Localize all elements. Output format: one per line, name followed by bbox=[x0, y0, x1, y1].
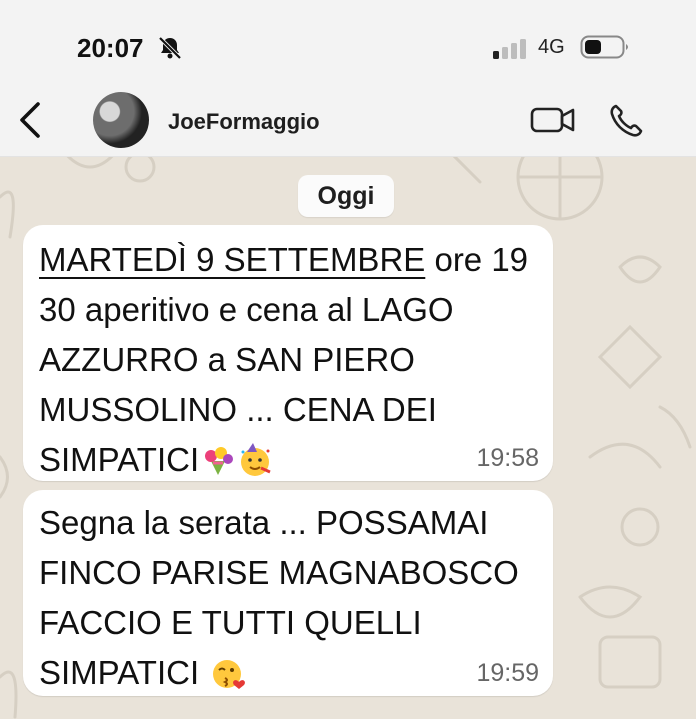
date-separator: Oggi bbox=[298, 175, 394, 217]
video-call-icon[interactable] bbox=[530, 104, 576, 136]
party-face-emoji bbox=[241, 443, 271, 476]
back-icon[interactable] bbox=[14, 100, 46, 140]
chat-area[interactable]: Oggi MARTEDÌ 9 SETTEMBRE ore 19 30 aperi… bbox=[0, 157, 696, 719]
message-time: 19:59 bbox=[476, 659, 539, 687]
message-body: Segna la serata ... POSSAMAI FINCO PARIS… bbox=[39, 504, 519, 691]
contact-name[interactable]: JoeFormaggio bbox=[168, 109, 320, 135]
kissing-face-emoji bbox=[213, 660, 246, 689]
message-bubble[interactable]: Segna la serata ... POSSAMAI FINCO PARIS… bbox=[23, 490, 553, 696]
message-text: MARTEDÌ 9 SETTEMBRE ore 19 30 aperitivo … bbox=[39, 235, 544, 485]
phone-call-icon[interactable] bbox=[607, 102, 645, 140]
contact-avatar[interactable] bbox=[93, 92, 149, 148]
network-type: 4G bbox=[538, 36, 565, 58]
top-bar: 20:07 4G JoeFormaggio bbox=[0, 0, 696, 157]
date-link[interactable]: MARTEDÌ 9 SETTEMBRE bbox=[39, 241, 425, 278]
chat-header: JoeFormaggio bbox=[0, 90, 696, 156]
status-time: 20:07 bbox=[77, 33, 144, 63]
bouquet-emoji bbox=[205, 447, 234, 475]
message-text: Segna la serata ... POSSAMAI FINCO PARIS… bbox=[39, 498, 544, 698]
message-bubble[interactable]: MARTEDÌ 9 SETTEMBRE ore 19 30 aperitivo … bbox=[23, 225, 553, 481]
bell-slash-icon bbox=[158, 36, 182, 60]
status-bar: 20:07 4G bbox=[0, 0, 696, 90]
battery-icon bbox=[580, 35, 628, 59]
message-time: 19:58 bbox=[476, 444, 539, 472]
signal-icon bbox=[493, 39, 526, 59]
